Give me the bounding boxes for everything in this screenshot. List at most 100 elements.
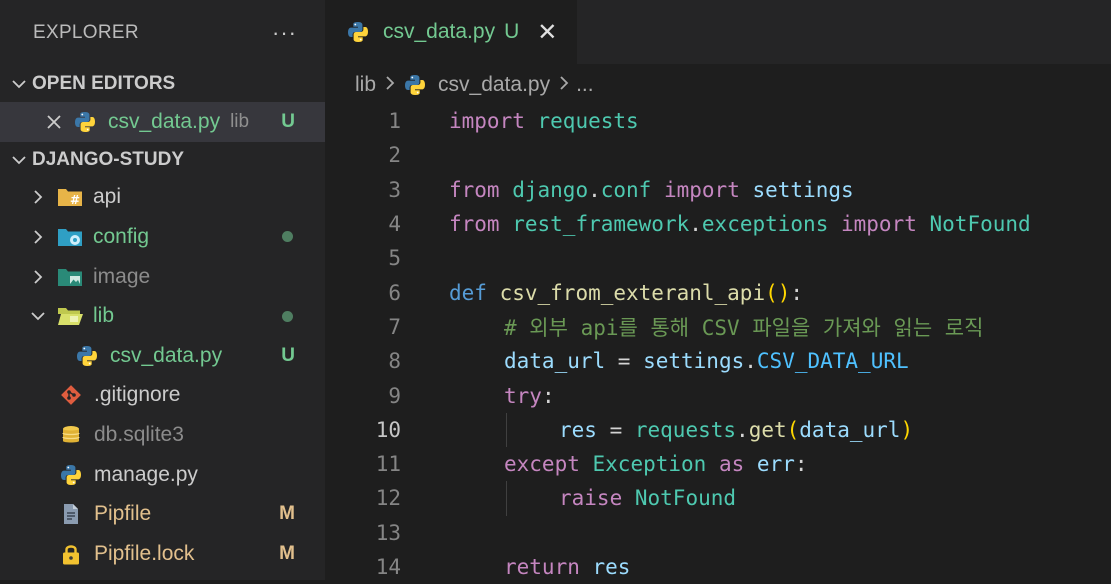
python-file-icon [74,343,100,369]
explorer-title: EXPLORER [33,22,139,43]
comment: # 외부 api를 통해 CSV 파일을 가져와 읽는 로직 [504,315,984,340]
settings-file-icon [58,501,84,527]
line-content: def csv_from_exteranl_api(): [449,281,803,305]
line-content: from rest_framework.exceptions import No… [449,212,1031,236]
line-content: res = requests.get(data_url) [559,418,913,442]
tree-file-pipfile-lock[interactable]: Pipfile.lock M [0,534,325,574]
line-number: 4 [388,212,401,237]
token: import [841,212,917,237]
token: exceptions [701,212,829,237]
lock-icon [58,541,84,567]
tree-folder-api[interactable]: # api [0,178,325,218]
code-line: 7 # 외부 api를 통해 CSV 파일을 가져와 읽는 로직 [325,310,1111,344]
workspace-header[interactable]: DJANGO-STUDY [0,142,325,178]
breadcrumb-file[interactable]: csv_data.py [438,73,550,97]
line-number: 1 [388,109,401,134]
line-content: from django.conf import settings [449,178,854,202]
token: return [504,555,580,579]
chevron-down-icon [6,76,32,92]
token: def [449,280,487,305]
token: ) [900,417,914,442]
token: res [592,555,631,579]
git-icon [58,382,84,408]
tree-file-csv-data[interactable]: csv_data.py U [0,336,325,376]
tree-file-gitignore[interactable]: .gitignore [0,376,325,416]
token: data_url [504,349,606,374]
line-number: 8 [388,349,401,374]
database-icon [58,422,84,448]
token: : [541,383,555,408]
line-content: # 외부 api를 통해 CSV 파일을 가져와 읽는 로직 [504,312,983,342]
token: . [736,417,749,442]
tree-folder-image[interactable]: image [0,257,325,297]
tab-csv-data[interactable]: csv_data.py U ✕ [325,0,578,64]
token: requests [537,109,639,134]
token: from [449,212,500,237]
workspace-title: DJANGO-STUDY [32,148,185,170]
close-icon[interactable] [44,109,64,135]
token: import [449,109,525,134]
token: settings [643,349,745,374]
untracked-badge: U [281,344,295,366]
token: : [790,280,804,305]
token: res [559,417,597,442]
line-number: 3 [388,177,401,202]
open-editors-header[interactable]: OPEN EDITORS [0,66,325,102]
breadcrumb-more[interactable]: ... [576,73,594,97]
close-icon[interactable]: ✕ [537,18,557,47]
more-actions-icon[interactable]: ··· [272,20,297,46]
token: . [689,212,702,237]
tree-item-label: .gitignore [94,383,181,407]
code-line: 12 raise NotFound [325,481,1111,516]
python-file-icon [402,72,428,98]
chevron-right-icon [558,73,570,97]
token: csv_from_exteranl_api [499,280,766,305]
code-line: 13 [325,516,1111,550]
chevron-right-icon [26,229,50,245]
tree-file-db-sqlite3[interactable]: db.sqlite3 [0,415,325,455]
token: data_url [799,417,901,442]
chevron-right-icon [26,269,50,285]
open-editor-folder: lib [230,110,250,132]
indent-guide [506,481,507,516]
line-number: 12 [375,486,401,511]
line-content: import requests [449,109,639,133]
line-content: data_url = settings.CSV_DATA_URL [504,349,909,373]
token: NotFound [634,486,737,511]
token: as [718,452,745,477]
lib-folder-open-icon [57,303,83,329]
tree-file-pipfile[interactable]: Pipfile M [0,494,325,534]
line-number: 13 [375,520,401,545]
code-line: 4 from rest_framework.exceptions import … [325,207,1111,241]
token: conf [600,177,652,202]
line-number: 6 [388,280,401,305]
line-number: 11 [375,452,401,477]
tree-folder-config[interactable]: config [0,217,325,257]
code-editor[interactable]: 1 import requests 2 3 from django.conf i… [325,104,1111,580]
line-content: except Exception as err: [504,452,808,476]
tree-folder-lib[interactable]: lib [0,296,325,336]
breadcrumb-folder[interactable]: lib [355,73,376,97]
tree-item-label: Pipfile [94,502,152,526]
open-editor-item[interactable]: csv_data.py lib U [0,102,325,142]
open-editors-title: OPEN EDITORS [32,73,176,94]
code-line: 8 data_url = settings.CSV_DATA_URL [325,344,1111,378]
line-number: 10 [375,417,401,442]
tree-file-manage[interactable]: manage.py [0,455,325,495]
token: from [449,177,500,202]
tree-item-label: manage.py [94,462,198,486]
untracked-dot [282,231,293,243]
tree-item-label: Pipfile.lock [94,541,195,565]
code-line: 14 return res [325,550,1111,584]
token: import [663,177,740,202]
chevron-down-icon [6,152,32,168]
token: : [794,452,808,477]
python-file-icon [58,462,84,488]
config-folder-icon [57,224,83,250]
token: rest_framework [512,212,690,237]
editor-area: csv_data.py U ✕ lib csv_data.py ... 1 im… [325,0,1111,580]
untracked-badge: U [281,110,295,132]
tree-item-label: lib [93,304,115,328]
indent-guide [506,412,507,447]
token: settings [752,177,854,202]
